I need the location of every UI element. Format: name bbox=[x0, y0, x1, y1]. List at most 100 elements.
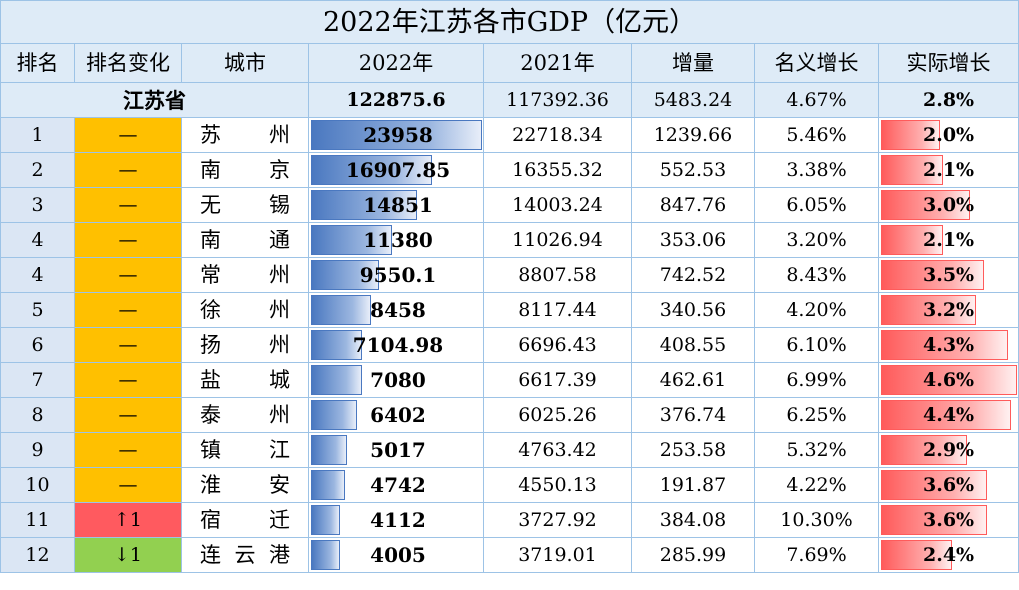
header-increase: 增量 bbox=[631, 43, 755, 83]
city-cell: 镇江 bbox=[181, 432, 309, 468]
city-name: 镇江 bbox=[200, 437, 290, 462]
nominal-growth-cell: 3.38% bbox=[754, 152, 879, 188]
increase-cell: 847.76 bbox=[631, 187, 755, 223]
city-name: 淮安 bbox=[200, 472, 290, 497]
gdp2022-cell: 5017 bbox=[308, 432, 484, 468]
rank-cell: 8 bbox=[0, 397, 75, 433]
real-growth-cell: 2.1% bbox=[877, 222, 1019, 258]
city-name: 连云港 bbox=[200, 542, 290, 567]
table-row: 10— 淮安 4742 4550.13 191.87 4.22% 3.6% bbox=[0, 467, 1019, 503]
gdp2022-bar bbox=[311, 540, 340, 570]
nominal-growth-cell: 6.10% bbox=[754, 327, 879, 363]
table-title: 2022年江苏各市GDP（亿元） bbox=[0, 0, 1019, 44]
nominal-growth-cell: 7.69% bbox=[754, 537, 879, 573]
gdp2022-cell: 16907.85 bbox=[308, 152, 484, 188]
gdp2022-value: 16907.85 bbox=[345, 157, 451, 182]
gdp2021-cell: 8807.58 bbox=[483, 257, 632, 293]
real-growth-value: 2.1% bbox=[923, 228, 975, 251]
rank-change-cell: — bbox=[74, 397, 182, 433]
city-name: 扬州 bbox=[200, 332, 290, 357]
rank-change-cell: — bbox=[74, 362, 182, 398]
city-name: 宿迁 bbox=[200, 507, 290, 532]
header-city: 城市 bbox=[181, 43, 309, 83]
gdp2022-value: 7080 bbox=[370, 367, 426, 392]
real-growth-cell: 2.1% bbox=[877, 152, 1019, 188]
nominal-growth-cell: 6.05% bbox=[754, 187, 879, 223]
city-name: 泰州 bbox=[200, 402, 290, 427]
table-row: 11 ↑1 宿迁 4112 3727.92 384.08 10.30% 3.6% bbox=[0, 502, 1019, 538]
city-cell: 连云港 bbox=[181, 537, 309, 573]
city-cell: 南通 bbox=[181, 222, 309, 258]
table-row: 2— 南京 16907.85 16355.32 552.53 3.38% 2.1% bbox=[0, 152, 1019, 188]
province-gdp2021: 117392.36 bbox=[483, 82, 632, 118]
real-growth-cell: 2.4% bbox=[877, 537, 1019, 573]
gdp2022-bar bbox=[311, 400, 357, 430]
city-cell: 苏州 bbox=[181, 117, 309, 153]
rank-change-cell: — bbox=[74, 152, 182, 188]
rank-change-cell: — bbox=[74, 327, 182, 363]
increase-cell: 742.52 bbox=[631, 257, 755, 293]
city-cell: 常州 bbox=[181, 257, 309, 293]
real-growth-value: 3.5% bbox=[923, 263, 975, 286]
gdp2022-bar bbox=[311, 470, 345, 500]
gdp2022-cell: 4742 bbox=[308, 467, 484, 503]
nominal-growth-cell: 5.32% bbox=[754, 432, 879, 468]
real-growth-cell: 3.0% bbox=[877, 187, 1019, 223]
province-nominal: 4.67% bbox=[754, 82, 879, 118]
real-growth-cell: 3.5% bbox=[877, 257, 1019, 293]
real-growth-cell: 4.4% bbox=[877, 397, 1019, 433]
real-growth-value: 4.3% bbox=[923, 333, 975, 356]
gdp2022-cell: 6402 bbox=[308, 397, 484, 433]
nominal-growth-cell: 5.46% bbox=[754, 117, 879, 153]
rank-change-cell: — bbox=[74, 292, 182, 328]
gdp2022-cell: 4005 bbox=[308, 537, 484, 573]
province-name: 江苏省 bbox=[0, 82, 309, 118]
gdp2022-bar bbox=[311, 295, 371, 325]
gdp2022-value: 5017 bbox=[370, 437, 426, 462]
nominal-growth-cell: 6.25% bbox=[754, 397, 879, 433]
real-growth-value: 2.1% bbox=[923, 158, 975, 181]
city-cell: 扬州 bbox=[181, 327, 309, 363]
city-name: 盐城 bbox=[200, 367, 290, 392]
gdp2022-cell: 7104.98 bbox=[308, 327, 484, 363]
rank-cell: 7 bbox=[0, 362, 75, 398]
gdp2021-cell: 6617.39 bbox=[483, 362, 632, 398]
gdp2021-cell: 8117.44 bbox=[483, 292, 632, 328]
province-gdp2022: 122875.6 bbox=[308, 82, 484, 118]
real-growth-value: 3.6% bbox=[923, 508, 975, 531]
gdp2021-cell: 3727.92 bbox=[483, 502, 632, 538]
gdp2021-cell: 22718.34 bbox=[483, 117, 632, 153]
nominal-growth-cell: 4.22% bbox=[754, 467, 879, 503]
rank-cell: 1 bbox=[0, 117, 75, 153]
city-name: 无锡 bbox=[200, 192, 290, 217]
city-cell: 宿迁 bbox=[181, 502, 309, 538]
real-growth-cell: 4.6% bbox=[877, 362, 1019, 398]
table-row: 8— 泰州 6402 6025.26 376.74 6.25% 4.4% bbox=[0, 397, 1019, 433]
gdp2021-cell: 4550.13 bbox=[483, 467, 632, 503]
gdp2021-cell: 11026.94 bbox=[483, 222, 632, 258]
increase-cell: 191.87 bbox=[631, 467, 755, 503]
table-row: 5— 徐州 8458 8117.44 340.56 4.20% 3.2% bbox=[0, 292, 1019, 328]
city-name: 南通 bbox=[200, 227, 290, 252]
city-cell: 淮安 bbox=[181, 467, 309, 503]
increase-cell: 376.74 bbox=[631, 397, 755, 433]
header-nominal-growth: 名义增长 bbox=[754, 43, 879, 83]
rank-cell: 11 bbox=[0, 502, 75, 538]
city-name: 徐州 bbox=[200, 297, 290, 322]
rank-change-cell: — bbox=[74, 257, 182, 293]
gdp2022-cell: 14851 bbox=[308, 187, 484, 223]
rank-change-cell: — bbox=[74, 432, 182, 468]
rank-change-cell: ↓1 bbox=[74, 537, 182, 573]
gdp2022-cell: 11380 bbox=[308, 222, 484, 258]
gdp-table: 2022年江苏各市GDP（亿元） 排名 排名变化 城市 2022年 2021年 增量 名义增… bbox=[0, 0, 1019, 573]
real-growth-value: 3.6% bbox=[923, 473, 975, 496]
gdp2022-cell: 7080 bbox=[308, 362, 484, 398]
header-rank: 排名 bbox=[0, 43, 75, 83]
gdp2021-cell: 14003.24 bbox=[483, 187, 632, 223]
increase-cell: 1239.66 bbox=[631, 117, 755, 153]
table-row: 6— 扬州 7104.98 6696.43 408.55 6.10% 4.3% bbox=[0, 327, 1019, 363]
nominal-growth-cell: 3.20% bbox=[754, 222, 879, 258]
header-row: 排名 排名变化 城市 2022年 2021年 增量 名义增长 实际增长 bbox=[0, 43, 1019, 83]
real-growth-value: 3.0% bbox=[923, 193, 975, 216]
real-growth-value: 2.9% bbox=[923, 438, 975, 461]
